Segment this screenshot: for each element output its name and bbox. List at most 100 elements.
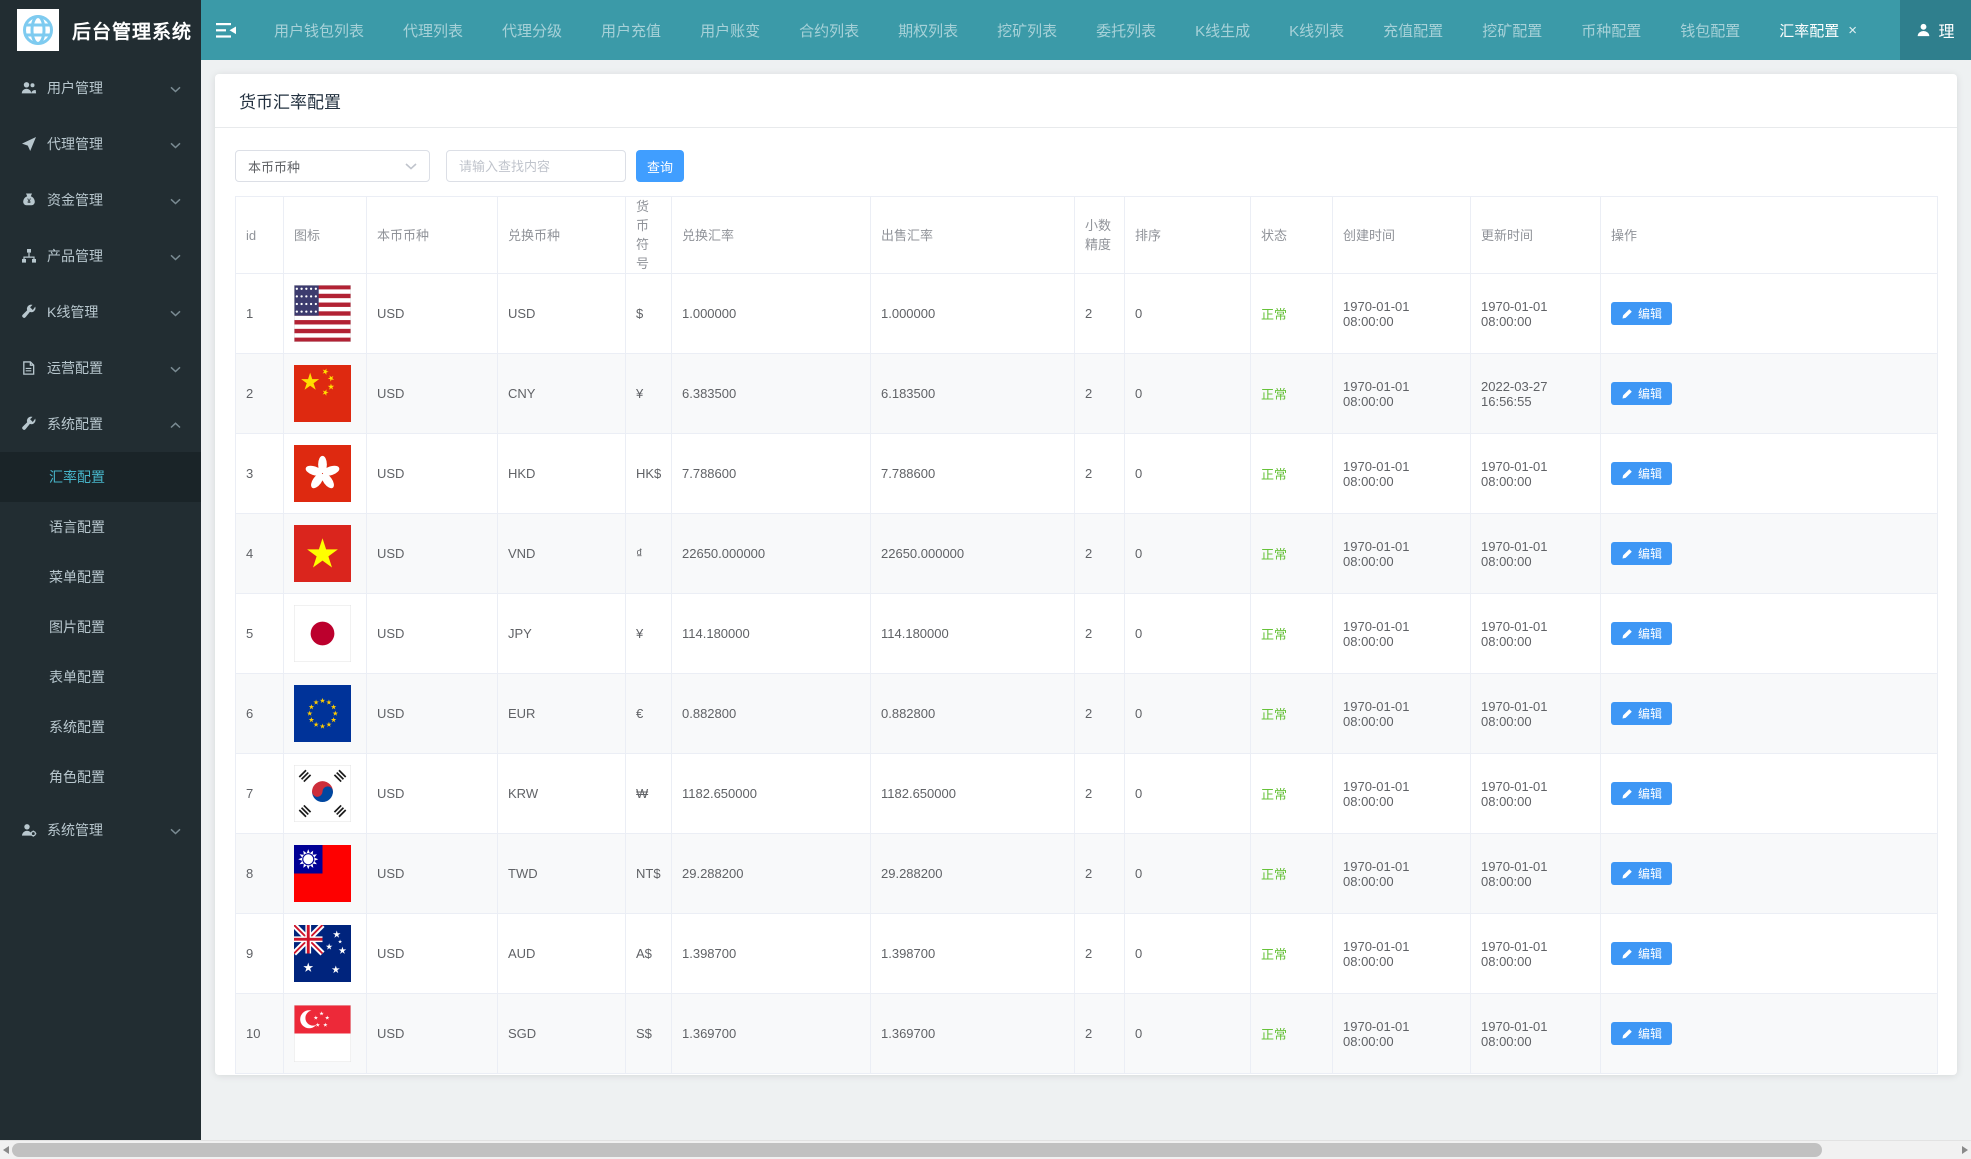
- table-row: 2USDCNY¥6.3835006.18350020正常1970-01-01 0…: [236, 354, 1938, 434]
- edit-button[interactable]: 编辑: [1611, 542, 1672, 565]
- user-label: 理: [1938, 18, 1954, 42]
- row-precision: 2: [1075, 834, 1125, 914]
- edit-button[interactable]: 编辑: [1611, 462, 1672, 485]
- edit-button[interactable]: 编辑: [1611, 382, 1672, 405]
- nav-tab-15[interactable]: 钱包配置: [1680, 20, 1740, 41]
- sidebar-item-资金管理[interactable]: ¥资金管理: [0, 172, 201, 228]
- nav-tab-2[interactable]: 代理列表: [403, 20, 463, 41]
- row-base-currency: USD: [367, 434, 498, 514]
- row-created-at: 1970-01-01 08:00:00: [1333, 834, 1471, 914]
- row-flag: [284, 914, 367, 994]
- row-sell-rate: 6.183500: [871, 354, 1075, 434]
- send-icon: [20, 136, 37, 153]
- nav-tab-12[interactable]: 充值配置: [1383, 20, 1443, 41]
- sidebar-item-用户管理[interactable]: 用户管理: [0, 60, 201, 116]
- sidebar-item-label: 资金管理: [47, 190, 103, 210]
- edit-button[interactable]: 编辑: [1611, 942, 1672, 965]
- exchange-rate-card: 货币汇率配置 本币币种 查询 id图标本币币种兑换币种货币符号兑换汇率出售汇率小…: [215, 74, 1957, 1075]
- edit-button-label: 编辑: [1638, 625, 1662, 642]
- row-created-at: 1970-01-01 08:00:00: [1333, 354, 1471, 434]
- scroll-left-arrow-icon[interactable]: [3, 1146, 9, 1154]
- row-exchange-rate: 114.180000: [672, 594, 871, 674]
- edit-button-label: 编辑: [1638, 1025, 1662, 1042]
- nav-tab-label: 用户充值: [601, 20, 661, 41]
- sidebar-item-系统配置[interactable]: 系统配置: [0, 702, 201, 752]
- nav-tab-13[interactable]: 挖矿配置: [1482, 20, 1542, 41]
- row-quote-currency: USD: [498, 274, 626, 354]
- sidebar-item-汇率配置[interactable]: 汇率配置: [0, 452, 201, 502]
- search-input[interactable]: [446, 150, 626, 182]
- chevron-down-icon: [170, 248, 181, 264]
- sidebar-item-图片配置[interactable]: 图片配置: [0, 602, 201, 652]
- row-flag: [284, 754, 367, 834]
- nav-tab-label: 代理列表: [403, 20, 463, 41]
- query-button[interactable]: 查询: [636, 150, 684, 182]
- nav-tab-14[interactable]: 币种配置: [1581, 20, 1641, 41]
- user-menu[interactable]: 理: [1900, 0, 1971, 60]
- scroll-right-arrow-icon[interactable]: [1962, 1146, 1968, 1154]
- edit-button[interactable]: 编辑: [1611, 622, 1672, 645]
- flag-jp-icon: [294, 605, 356, 662]
- nav-tab-8[interactable]: 挖矿列表: [997, 20, 1057, 41]
- edit-button[interactable]: 编辑: [1611, 702, 1672, 725]
- edit-button[interactable]: 编辑: [1611, 1022, 1672, 1045]
- edit-button[interactable]: 编辑: [1611, 862, 1672, 885]
- table-row: 3USDHKDHK$7.7886007.78860020正常1970-01-01…: [236, 434, 1938, 514]
- nav-tab-5[interactable]: 用户账变: [700, 20, 760, 41]
- row-status: 正常: [1251, 754, 1333, 834]
- column-header-状态: 状态: [1251, 197, 1333, 274]
- row-precision: 2: [1075, 354, 1125, 434]
- nav-tab-11[interactable]: K线列表: [1289, 20, 1344, 41]
- sidebar-item-K线管理[interactable]: K线管理: [0, 284, 201, 340]
- nav-tab-label: 汇率配置: [1779, 20, 1839, 41]
- nav-tab-label: 挖矿列表: [997, 20, 1057, 41]
- column-header-本币币种: 本币币种: [367, 197, 498, 274]
- row-symbol: ₫: [626, 514, 672, 594]
- status-badge: 正常: [1261, 547, 1287, 562]
- edit-button[interactable]: 编辑: [1611, 782, 1672, 805]
- nav-tab-4[interactable]: 用户充值: [601, 20, 661, 41]
- sidebar-item-菜单配置[interactable]: 菜单配置: [0, 552, 201, 602]
- row-sell-rate: 29.288200: [871, 834, 1075, 914]
- nav-tab-16[interactable]: 汇率配置 ×: [1779, 20, 1857, 41]
- sidebar-item-语言配置[interactable]: 语言配置: [0, 502, 201, 552]
- users-icon: [20, 80, 37, 97]
- wrench-icon: [20, 304, 37, 321]
- nav-tab-6[interactable]: 合约列表: [799, 20, 859, 41]
- sidebar-toggle-icon[interactable]: [215, 21, 237, 39]
- column-header-操作: 操作: [1601, 197, 1938, 274]
- row-id: 7: [236, 754, 284, 834]
- sidebar-item-代理管理[interactable]: 代理管理: [0, 116, 201, 172]
- sidebar-item-表单配置[interactable]: 表单配置: [0, 652, 201, 702]
- sidebar-item-系统配置[interactable]: 系统配置: [0, 396, 201, 452]
- nav-tab-1[interactable]: 用户钱包列表: [274, 20, 364, 41]
- sidebar-item-label: 角色配置: [49, 767, 105, 787]
- row-actions: 编辑: [1601, 834, 1938, 914]
- nav-tab-9[interactable]: 委托列表: [1096, 20, 1156, 41]
- row-id: 9: [236, 914, 284, 994]
- nav-tab-3[interactable]: 代理分级: [502, 20, 562, 41]
- chevron-down-icon: [170, 304, 181, 320]
- row-id: 5: [236, 594, 284, 674]
- logo-area: 后台管理系统: [0, 0, 201, 60]
- row-flag: [284, 354, 367, 434]
- row-quote-currency: EUR: [498, 674, 626, 754]
- edit-button-label: 编辑: [1638, 465, 1662, 482]
- nav-tab-10[interactable]: K线生成: [1195, 20, 1250, 41]
- sidebar-item-产品管理[interactable]: 产品管理: [0, 228, 201, 284]
- sidebar-item-角色配置[interactable]: 角色配置: [0, 752, 201, 802]
- tab-close-icon[interactable]: ×: [1848, 23, 1857, 38]
- sidebar-item-运营配置[interactable]: 运营配置: [0, 340, 201, 396]
- horizontal-scrollbar[interactable]: [0, 1140, 1971, 1159]
- row-created-at: 1970-01-01 08:00:00: [1333, 594, 1471, 674]
- row-updated-at: 1970-01-01 08:00:00: [1471, 514, 1601, 594]
- row-base-currency: USD: [367, 274, 498, 354]
- row-actions: 编辑: [1601, 994, 1938, 1074]
- flag-vn-icon: [294, 525, 356, 582]
- nav-tab-7[interactable]: 期权列表: [898, 20, 958, 41]
- table-row: 1USDUSD$1.0000001.00000020正常1970-01-01 0…: [236, 274, 1938, 354]
- edit-button[interactable]: 编辑: [1611, 302, 1672, 325]
- base-currency-select[interactable]: 本币币种: [235, 150, 430, 182]
- horizontal-scrollbar-thumb[interactable]: [12, 1143, 1822, 1157]
- sidebar-item-系统管理[interactable]: 系统管理: [0, 802, 201, 858]
